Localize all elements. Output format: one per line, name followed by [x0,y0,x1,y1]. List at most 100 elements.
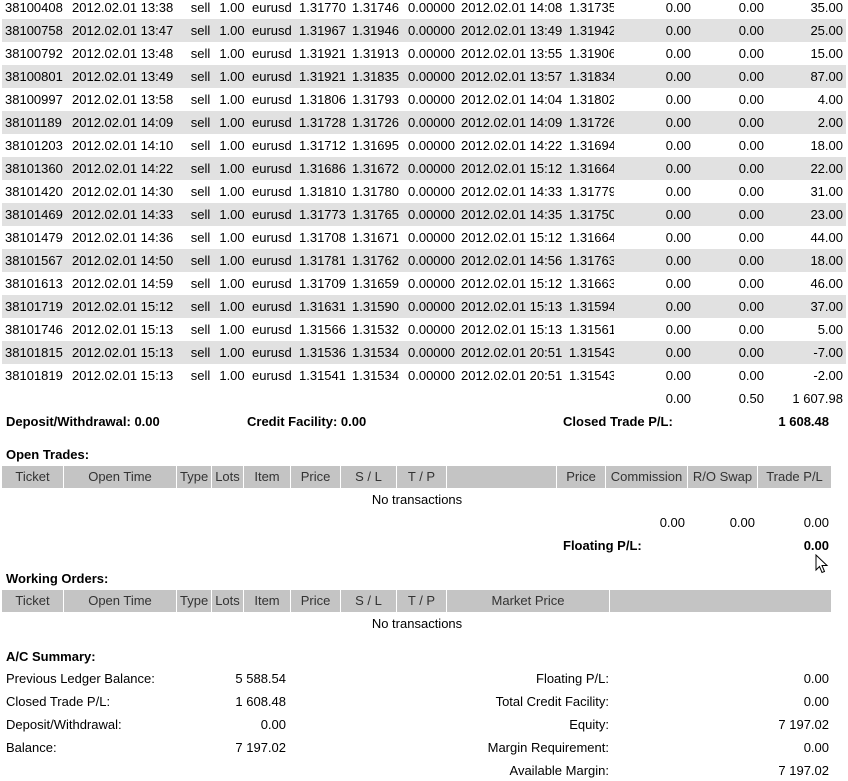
summary-label: Closed Trade P/L: [6,694,111,709]
trade-ticket: 38100408 [5,0,63,15]
trade-lots: 1.00 [215,249,249,272]
trade-open-price: 1.31566 [299,322,346,337]
column-header[interactable] [610,590,832,612]
trade-close-time: 2012.02.01 14:35 [458,203,566,226]
trade-open-time: 2012.02.01 14:09 [69,111,186,134]
trade-tp: 0.00000 [408,230,455,245]
trade-commission: 0.00 [614,65,694,88]
column-header[interactable]: Item [244,590,291,612]
trade-type: sell [186,249,215,272]
trade-close-price: 1.31763 [566,249,614,272]
column-header[interactable]: T / P [397,466,447,488]
trade-close-time: 2012.02.01 14:04 [461,92,563,107]
column-header[interactable]: Commission [606,466,688,488]
trade-sl: 1.31726 [348,111,402,134]
column-header[interactable]: R/O Swap [688,466,758,488]
trade-profit: 35.00 [810,0,843,15]
trade-lots: 1.00 [215,295,249,318]
column-header[interactable]: T / P [397,590,447,612]
open-trades-title: Open Trades: [6,447,90,462]
trade-sl: 1.31590 [348,295,402,318]
trade-open-price: 1.31536 [296,341,348,364]
trade-lots: 1.00 [219,322,245,337]
trade-swap: 0.00 [694,19,767,42]
trade-lots: 1.00 [215,111,249,134]
column-header[interactable] [447,466,557,488]
column-header[interactable]: Price [291,590,341,612]
trade-close-time: 2012.02.01 14:33 [461,184,563,199]
trade-open-time: 2012.02.01 14:30 [72,184,174,199]
trade-swap: 0.00 [738,138,764,153]
trade-close-price: 1.31663 [569,276,614,291]
trade-swap: 0.00 [694,111,767,134]
trade-item: eurusd [252,138,292,153]
trade-swap: 0.00 [738,92,764,107]
trade-open-time: 2012.02.01 14:59 [72,276,174,291]
trade-close-price: 1.31726 [566,111,614,134]
trade-row: 38101815 2012.02.01 15:13 sell 1.00 eurusd 1.… [2,341,846,364]
trade-close-time: 2012.02.01 14:09 [458,111,566,134]
trade-row: 38101819 2012.02.01 15:13 sell 1.00 eurusd 1.… [2,364,846,387]
trade-ticket: 38101567 [2,249,69,272]
trade-item: eurusd [249,19,296,42]
closed-pl-label: Closed Trade P/L: [563,414,673,429]
trade-tp: 0.00000 [402,65,458,88]
trade-item: eurusd [252,230,292,245]
column-header[interactable]: Item [244,466,291,488]
trade-type: sell [190,46,211,61]
trade-ticket: 38101613 [5,276,63,291]
trade-open-price: 1.31728 [296,111,348,134]
trade-open-price: 1.31806 [299,92,346,107]
trade-open-time: 2012.02.01 14:36 [72,230,174,245]
trade-sl: 1.31835 [348,65,402,88]
column-header[interactable]: Lots [212,590,244,612]
trade-sl: 1.31746 [352,0,399,15]
column-header[interactable]: Open Time [64,466,177,488]
open-commission: 0.00 [659,515,685,530]
column-header[interactable]: Trade P/L [758,466,832,488]
summary-label: Floating P/L: [536,671,609,686]
trade-tp: 0.00000 [408,368,455,383]
trade-open-price: 1.31921 [296,65,348,88]
working-orders-table: Ticket Open Time Type Lots Item Price S / LT /… [2,590,832,635]
trade-sl: 1.31793 [352,92,399,107]
trade-tp: 0.00000 [408,276,455,291]
trade-sl: 1.31534 [352,368,399,383]
closed-pl-value: 1 608.48 [778,414,829,429]
column-header[interactable]: Ticket [2,590,64,612]
column-header[interactable]: Type [177,590,212,612]
column-header[interactable]: S / L [341,590,397,612]
trade-tp: 0.00000 [408,184,455,199]
open-trades-header: Ticket Open Time Type Lots Item Price S / LT /… [2,466,832,488]
trade-commission: 0.00 [665,46,691,61]
trade-close-time: 2012.02.01 13:57 [458,65,566,88]
column-header[interactable]: Ticket [2,466,64,488]
column-header[interactable]: Price [291,466,341,488]
trade-open-time: 2012.02.01 13:48 [72,46,174,61]
trade-ticket: 38100801 [2,65,69,88]
trade-commission: 0.00 [665,92,691,107]
trade-close-time: 2012.02.01 13:49 [458,19,566,42]
trade-close-price: 1.31694 [569,138,614,153]
trade-open-price: 1.31712 [299,138,346,153]
column-header[interactable]: Lots [212,466,244,488]
trade-ticket: 38101746 [5,322,63,337]
trade-close-time: 2012.02.01 15:13 [458,295,566,318]
trade-type: sell [186,111,215,134]
floating-pl-value: 0.00 [803,538,829,553]
column-header[interactable]: S / L [341,466,397,488]
summary-label: Margin Requirement: [487,740,609,755]
trade-close-time: 2012.02.01 20:51 [458,341,566,364]
trade-lots: 1.00 [219,230,245,245]
column-header[interactable]: Type [177,466,212,488]
trade-profit: 87.00 [767,65,846,88]
trade-close-price: 1.31942 [566,19,614,42]
trade-close-time: 2012.02.01 15:12 [461,230,563,245]
trade-ticket: 38100758 [2,19,69,42]
trade-ticket: 38101815 [2,341,69,364]
column-header[interactable]: Open Time [64,590,177,612]
column-header[interactable]: Market Price [447,590,610,612]
open-profit: 0.00 [803,515,829,530]
column-header[interactable]: Price [557,466,606,488]
open-trades-empty-row: No transactions [2,488,832,511]
